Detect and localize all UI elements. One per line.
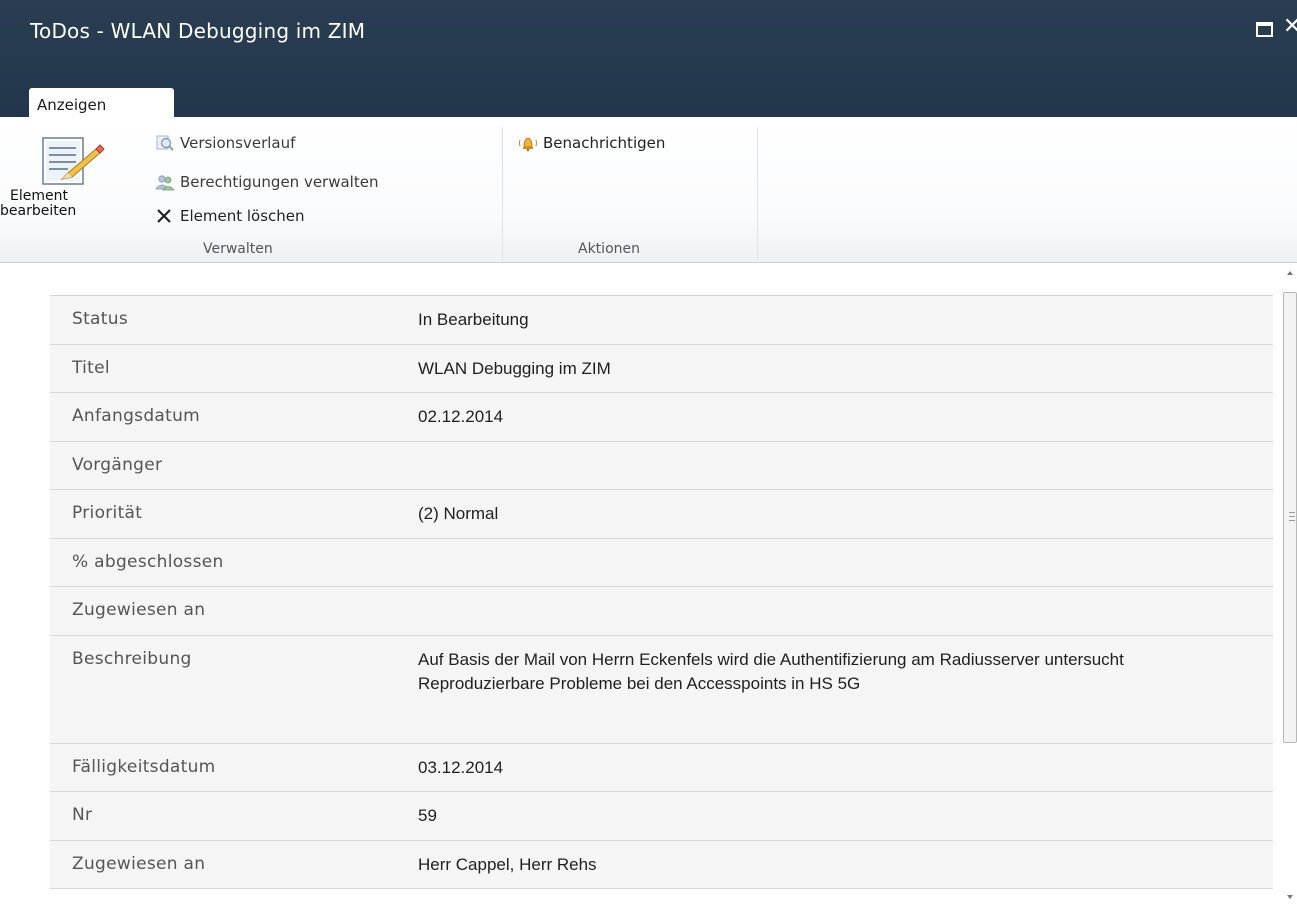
x-icon [157,209,171,223]
title-bar: ToDos - WLAN Debugging im ZIM ✕ Anzeigen [0,0,1297,119]
alert-me-button[interactable]: Benachrichtigen [518,132,665,154]
property-row-title: Titel WLAN Debugging im ZIM [50,344,1273,393]
property-label: Fälligkeitsdatum [72,756,216,777]
property-label: Titel [72,357,110,378]
property-value [418,587,1273,635]
property-value [418,539,1273,587]
manage-permissions-button[interactable]: Berechtigungen verwalten [155,171,378,193]
property-value: In Bearbeitung [418,310,529,329]
scroll-up-icon[interactable] [1287,271,1293,275]
pencil-document-icon [42,137,105,185]
property-label: Priorität [72,503,143,523]
property-value [418,442,1273,490]
property-value: Herr Cappel, Herr Rehs [418,854,597,874]
alert-me-label: Benachrichtigen [543,134,666,152]
property-value: WLAN Debugging im ZIM [418,358,611,378]
group-divider [502,127,503,261]
magnifier-icon [156,135,174,151]
bell-icon [518,137,538,152]
edit-item-label: Element bearbeiten [0,188,77,219]
property-row-assigned-to-2: Zugewiesen an Herr Cappel, Herr Rehs [50,840,1273,889]
property-label: Nr [72,805,93,825]
delete-item-label: Element löschen [180,207,305,225]
property-row-start-date: Anfangsdatum 02.12.2014 [50,393,1273,442]
ribbon: Element bearbeiten Versionsverlauf Berec… [0,117,1297,263]
manage-permissions-label: Berechtigungen verwalten [180,173,379,191]
scrollbar-grip-icon [1289,512,1295,521]
group-label-aktionen: Aktionen [578,241,640,257]
item-properties-table: Status In Bearbeitung Titel WLAN Debuggi… [50,295,1273,889]
property-row-predecessor: Vorgänger [50,441,1273,490]
maximize-icon[interactable] [1256,22,1273,37]
property-label: Anfangsdatum [72,406,201,426]
property-label: % abgeschlossen [72,551,224,572]
people-icon [155,175,175,191]
property-row-priority: Priorität (2) Normal [50,490,1273,539]
property-row-assigned-to: Zugewiesen an [50,587,1273,636]
property-row-status: Status In Bearbeitung [50,296,1273,345]
property-value: 03.12.2014 [418,757,504,777]
window-title: ToDos - WLAN Debugging im ZIM [30,19,366,43]
scroll-down-icon[interactable] [1287,895,1293,899]
close-icon[interactable]: ✕ [1283,16,1297,38]
property-value: (2) Normal [418,504,499,523]
property-row-percent-complete: % abgeschlossen [50,538,1273,587]
version-history-button[interactable]: Versionsverlauf [155,132,295,154]
property-row-number: Nr 59 [50,792,1273,841]
delete-item-button[interactable]: Element löschen [155,205,305,227]
property-label: Beschreibung [72,648,192,669]
property-label: Vorgänger [72,454,163,475]
property-label: Status [72,309,128,329]
tab-anzeigen[interactable]: Anzeigen [29,88,174,119]
group-divider [757,127,758,261]
edit-item-button[interactable]: Element bearbeiten [0,131,140,231]
property-value: 02.12.2014 [418,407,504,426]
property-label: Zugewiesen an [72,600,206,620]
property-value: 59 [418,806,437,825]
property-label: Zugewiesen an [72,853,206,874]
property-value: Auf Basis der Mail von Herrn Eckenfels w… [418,649,1124,693]
group-label-verwalten: Verwalten [203,241,273,257]
property-row-due-date: Fälligkeitsdatum 03.12.2014 [50,743,1273,792]
property-row-description: Beschreibung Auf Basis der Mail von Herr… [50,635,1273,744]
version-history-label: Versionsverlauf [180,134,296,152]
